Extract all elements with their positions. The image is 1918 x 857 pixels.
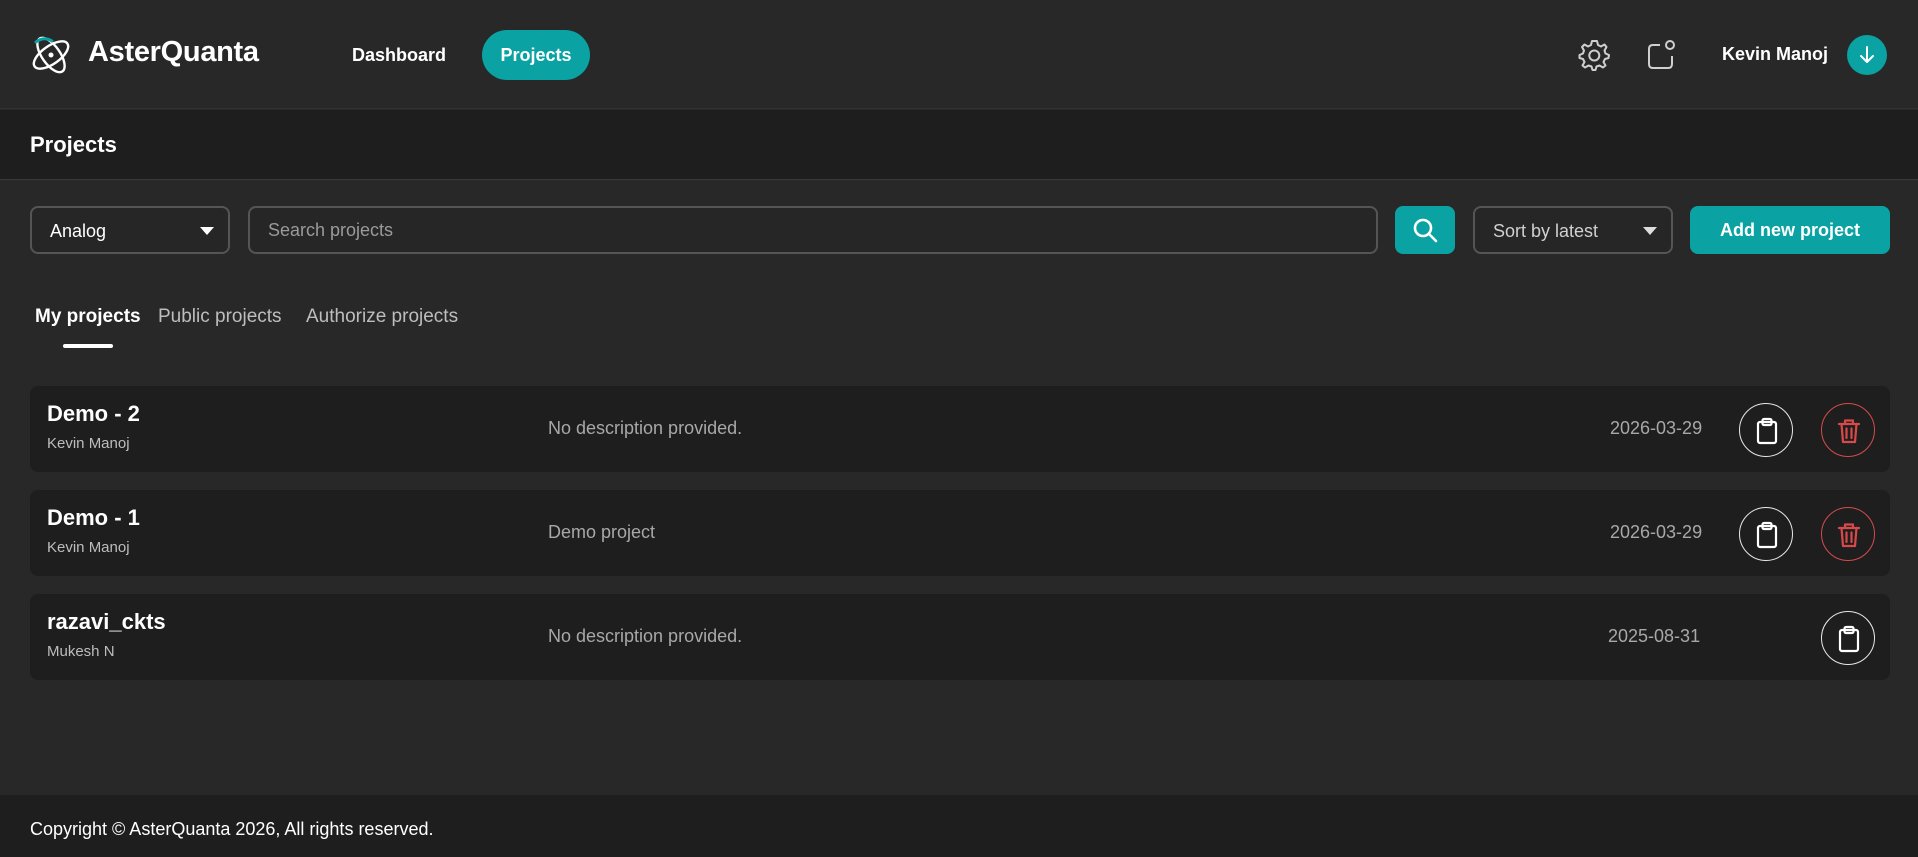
copyright-text: Copyright © AsterQuanta 2026, All rights… (30, 819, 434, 839)
chevron-down-icon (1643, 227, 1657, 235)
copy-project-button[interactable] (1821, 611, 1875, 665)
gear-icon[interactable] (1577, 38, 1611, 72)
sort-select-value: Sort by latest (1493, 221, 1599, 241)
project-date: 2026-03-29 (1610, 522, 1703, 542)
clipboard-icon (1756, 417, 1778, 445)
copy-project-button[interactable] (1739, 507, 1793, 561)
brand-name: AsterQuanta (88, 36, 259, 68)
clipboard-icon (1838, 625, 1860, 653)
search-icon (1413, 218, 1438, 243)
page-title: Projects (30, 132, 117, 157)
project-date: 2025-08-31 (1608, 626, 1701, 646)
delete-project-button[interactable] (1821, 403, 1875, 457)
project-row[interactable]: Demo - 1 Kevin Manoj Demo project 2026-0… (30, 490, 1890, 576)
category-select[interactable]: Analog (30, 206, 230, 254)
project-name[interactable]: razavi_ckts (47, 609, 166, 635)
search-button[interactable] (1395, 206, 1455, 254)
tab-authorize-projects[interactable]: Authorize projects (306, 306, 458, 328)
project-row[interactable]: razavi_ckts Mukesh N No description prov… (30, 594, 1890, 680)
nav-projects[interactable]: Projects (482, 30, 590, 80)
tab-public-projects[interactable]: Public projects (158, 306, 282, 328)
page-header: Projects (0, 110, 1918, 180)
top-navbar: AsterQuanta Dashboard Projects Kevin Man… (0, 0, 1918, 109)
tab-my-projects[interactable]: My projects (35, 306, 141, 328)
copy-project-button[interactable] (1739, 403, 1793, 457)
logo-icon (32, 36, 70, 74)
delete-project-button[interactable] (1821, 507, 1875, 561)
project-owner: Kevin Manoj (47, 539, 130, 556)
project-date: 2026-03-29 (1610, 418, 1703, 438)
category-select-value: Analog (50, 221, 107, 241)
project-description: No description provided. (548, 418, 743, 438)
project-description: Demo project (548, 522, 656, 542)
project-name[interactable]: Demo - 2 (47, 401, 140, 427)
trash-icon (1837, 419, 1861, 444)
add-project-button[interactable]: Add new project (1690, 206, 1890, 254)
project-owner: Mukesh N (47, 643, 115, 660)
notification-icon[interactable] (1644, 38, 1678, 72)
nav-dashboard[interactable]: Dashboard (330, 30, 468, 80)
active-tab-indicator (63, 344, 113, 348)
avatar[interactable] (1847, 35, 1887, 75)
clipboard-icon (1756, 521, 1778, 549)
project-name[interactable]: Demo - 1 (47, 505, 140, 531)
sort-select[interactable]: Sort by latest (1473, 206, 1673, 254)
project-owner: Kevin Manoj (47, 435, 130, 452)
search-input[interactable] (248, 206, 1378, 254)
chevron-down-icon (200, 227, 214, 235)
footer: Copyright © AsterQuanta 2026, All rights… (0, 795, 1918, 857)
trash-icon (1837, 523, 1861, 548)
arrow-down-icon (1860, 46, 1874, 63)
project-description: No description provided. (548, 626, 743, 646)
user-name: Kevin Manoj (1722, 44, 1829, 64)
project-row[interactable]: Demo - 2 Kevin Manoj No description prov… (30, 386, 1890, 472)
